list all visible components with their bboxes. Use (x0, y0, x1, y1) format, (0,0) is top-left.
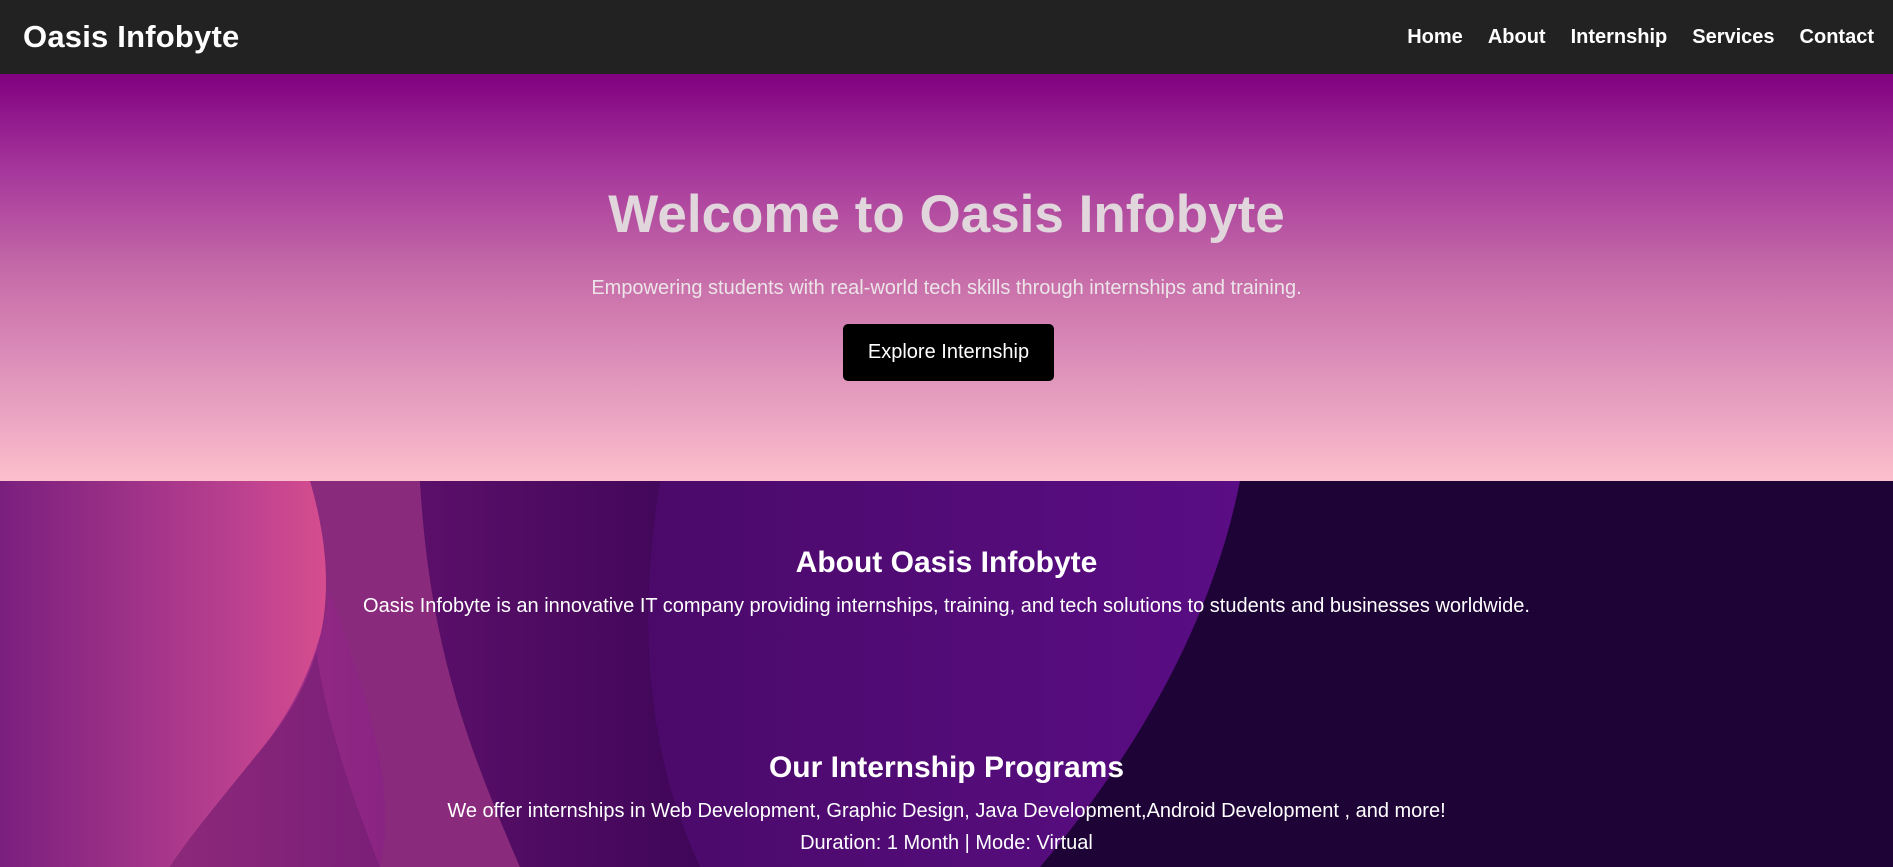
explore-internship-button[interactable]: Explore Internship (843, 324, 1054, 381)
internship-details: Duration: 1 Month | Mode: Virtual (800, 832, 1093, 854)
about-title: About Oasis Infobyte (795, 546, 1098, 579)
nav-links: Home About Internship Services Contact (1382, 26, 1874, 49)
internship-text: We offer internships in Web Development,… (447, 800, 1446, 822)
nav-link-about[interactable]: About (1488, 26, 1546, 49)
about-internship-section: About Oasis Infobyte Oasis Infobyte is a… (0, 481, 1893, 867)
nav-link-internship[interactable]: Internship (1571, 26, 1668, 49)
about-text: Oasis Infobyte is an innovative IT compa… (363, 595, 1530, 617)
internship-title: Our Internship Programs (768, 751, 1125, 784)
nav-link-home[interactable]: Home (1407, 26, 1463, 49)
nav-link-contact[interactable]: Contact (1800, 26, 1874, 49)
hero-title: Welcome to Oasis Infobyte (608, 185, 1285, 244)
nav-link-services[interactable]: Services (1692, 26, 1774, 49)
hero-section: Welcome to Oasis Infobyte Empowering stu… (0, 74, 1893, 481)
top-navbar: Oasis Infobyte Home About Internship Ser… (0, 0, 1893, 74)
brand-logo-text[interactable]: Oasis Infobyte (23, 19, 239, 55)
hero-subtitle: Empowering students with real-world tech… (591, 277, 1302, 299)
